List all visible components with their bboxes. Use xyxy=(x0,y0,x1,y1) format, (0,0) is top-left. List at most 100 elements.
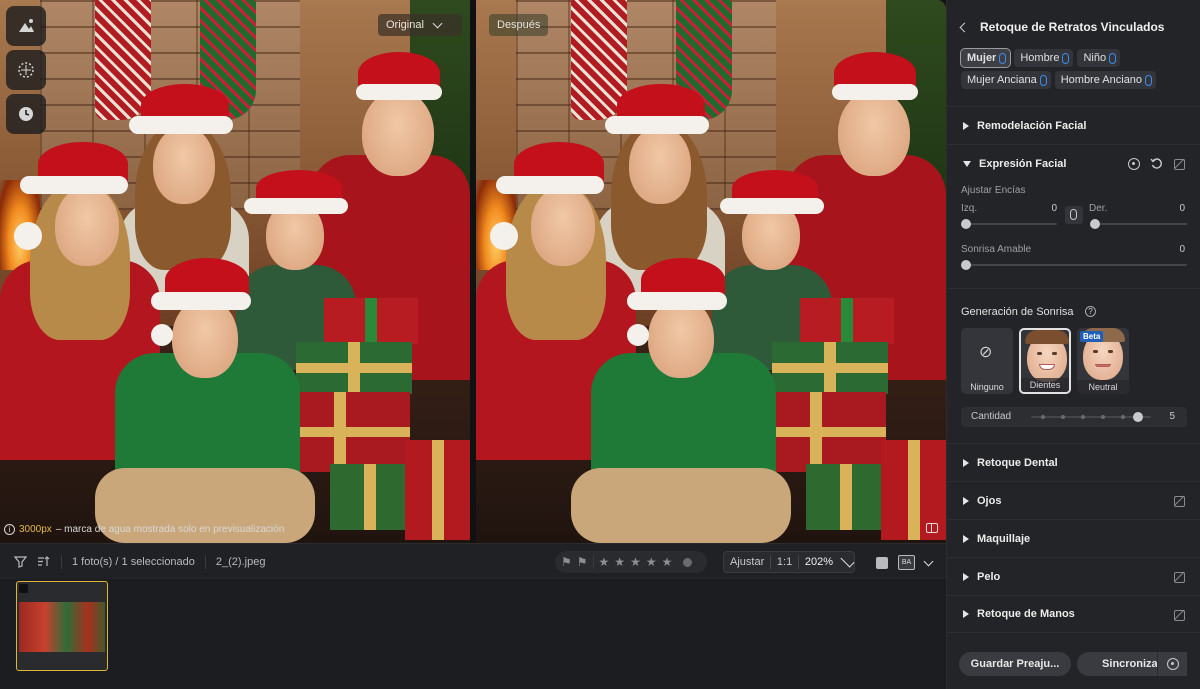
filter-icon[interactable] xyxy=(14,555,27,568)
section-title: Expresión Facial xyxy=(979,157,1067,170)
chip-mujer-anciana[interactable]: Mujer Anciana xyxy=(961,71,1051,89)
view-mode-controls: BA xyxy=(876,555,934,570)
expand-triangle-icon xyxy=(963,610,969,618)
compare-layout-icon[interactable] xyxy=(926,523,938,533)
section-pelo[interactable]: Pelo xyxy=(947,557,1200,595)
section-remodelacion-facial[interactable]: Remodelación Facial xyxy=(947,106,1200,144)
smile-option-dientes[interactable]: Dientes xyxy=(1019,328,1071,394)
sort-icon[interactable] xyxy=(37,555,51,568)
section-title: Pelo xyxy=(977,570,1001,583)
chip-label: Mujer Anciana xyxy=(967,74,1037,86)
reject-flag-icon[interactable]: ⚑ xyxy=(577,555,588,569)
original-pane[interactable]: Original i 3000px – marca de agua mostra… xyxy=(0,0,470,543)
panel-header: Retoque de Retratos Vinculados xyxy=(947,14,1200,40)
toolbar-separator xyxy=(61,554,62,569)
chip-mujer[interactable]: Mujer xyxy=(959,48,1012,68)
toolbar-separator xyxy=(204,554,206,569)
eraser-icon[interactable] xyxy=(1173,609,1185,621)
texture-tool-button[interactable] xyxy=(6,50,46,90)
history-button[interactable] xyxy=(6,94,46,134)
section-maquillaje[interactable]: Maquillaje xyxy=(947,519,1200,557)
cantidad-slider-handle[interactable] xyxy=(1133,412,1143,422)
option-label: Ninguno xyxy=(970,382,1004,392)
before-after-view-icon[interactable]: BA xyxy=(898,555,915,570)
guardar-preajuste-button[interactable]: Guardar Preaju... xyxy=(959,652,1071,676)
link-icon xyxy=(999,52,1007,64)
eraser-icon[interactable] xyxy=(1173,158,1185,170)
sync-settings-button[interactable] xyxy=(1157,652,1187,676)
panel-title: Retoque de Retratos Vinculados xyxy=(980,20,1165,34)
sonrisa-amable-label: Sonrisa Amable xyxy=(961,244,1032,255)
photo-thumbnail[interactable] xyxy=(16,581,108,671)
star-icon[interactable]: ★ xyxy=(599,555,610,569)
chevron-down-icon xyxy=(432,18,443,29)
toggle-visibility-icon[interactable] xyxy=(1128,158,1140,170)
gear-icon xyxy=(1167,658,1179,670)
star-icon[interactable]: ★ xyxy=(646,555,657,569)
flag-icon[interactable]: ⚑ xyxy=(561,555,572,569)
ajustar-encias-label: Ajustar Encías xyxy=(961,185,1026,196)
chip-nino[interactable]: Niño xyxy=(1077,49,1121,67)
chip-label: Hombre Anciano xyxy=(1060,74,1143,86)
single-view-icon[interactable] xyxy=(876,556,888,569)
sonrisa-amable-slider-handle[interactable] xyxy=(961,260,971,270)
section-expresion-facial[interactable]: Expresión Facial xyxy=(947,144,1200,182)
cantidad-control: Cantidad 5 xyxy=(961,407,1187,427)
izq-label: Izq. xyxy=(961,203,978,214)
after-pane[interactable] xyxy=(476,0,946,543)
sonrisa-amable-value: 0 xyxy=(1179,244,1185,255)
reset-icon[interactable] xyxy=(1150,157,1163,170)
section-retoque-de-manos[interactable]: Retoque de Manos xyxy=(947,595,1200,633)
color-label-icon[interactable] xyxy=(683,557,693,567)
smile-option-neutral[interactable]: Beta Neutral xyxy=(1077,328,1129,394)
cantidad-value: 5 xyxy=(1169,411,1175,422)
one-to-one-button[interactable]: 1:1 xyxy=(771,556,798,568)
retouch-panel: Retoque de Retratos Vinculados Mujer Hom… xyxy=(946,0,1200,689)
back-chevron-icon[interactable] xyxy=(959,22,970,32)
star-icon[interactable]: ★ xyxy=(614,555,625,569)
app-window: Original i 3000px – marca de agua mostra… xyxy=(0,0,1200,689)
after-label: Después xyxy=(497,19,541,31)
sonrisa-amable-slider-track[interactable] xyxy=(963,264,1187,266)
file-name: 2_(2).jpeg xyxy=(215,555,266,568)
after-label-badge: Después xyxy=(489,14,549,36)
smile-option-ninguno[interactable]: ⊘ Ninguno xyxy=(961,328,1013,394)
portrait-tool-icon xyxy=(19,19,34,32)
section-title: Ojos xyxy=(977,494,1002,507)
subject-chips: Mujer Hombre Niño Mujer Anciana Hombre A… xyxy=(959,48,1193,89)
watermark-resolution: 3000px xyxy=(19,524,52,535)
option-label: Neutral xyxy=(1077,380,1129,394)
link-icon xyxy=(1109,52,1117,64)
chevron-down-icon[interactable] xyxy=(840,553,855,568)
star-icon[interactable]: ★ xyxy=(630,555,641,569)
section-ojos[interactable]: Ojos xyxy=(947,481,1200,519)
help-icon[interactable]: ? xyxy=(1085,306,1096,317)
collapse-triangle-icon xyxy=(963,160,971,167)
der-slider-track[interactable] xyxy=(1097,223,1187,225)
none-icon: ⊘ xyxy=(979,344,993,361)
eraser-icon[interactable] xyxy=(1173,495,1185,507)
chip-hombre[interactable]: Hombre xyxy=(1014,49,1074,67)
section-title: Retoque Dental xyxy=(977,456,1058,469)
der-slider-handle[interactable] xyxy=(1090,219,1100,229)
section-retoque-dental[interactable]: Retoque Dental xyxy=(947,443,1200,481)
chevron-down-icon[interactable] xyxy=(923,556,934,566)
filmstrip xyxy=(0,579,946,689)
expand-triangle-icon xyxy=(963,572,969,581)
thumbnail-image xyxy=(19,602,105,652)
selection-count: 1 foto(s) / 1 seleccionado xyxy=(72,555,195,568)
expand-triangle-icon xyxy=(963,458,969,467)
izq-slider-handle[interactable] xyxy=(961,219,971,229)
link-sides-button[interactable] xyxy=(1065,206,1083,224)
eraser-icon[interactable] xyxy=(1173,571,1185,583)
portrait-tool-button[interactable] xyxy=(6,6,46,46)
after-photo xyxy=(476,0,946,543)
zoom-level-dropdown[interactable]: 202% xyxy=(799,556,839,568)
link-icon xyxy=(1070,209,1077,220)
star-icon[interactable]: ★ xyxy=(662,555,673,569)
section-title: Retoque de Manos xyxy=(977,608,1075,620)
original-compare-dropdown[interactable]: Original xyxy=(378,14,462,36)
fit-button[interactable]: Ajustar xyxy=(724,556,770,568)
chip-hombre-anciano[interactable]: Hombre Anciano xyxy=(1054,71,1157,89)
izq-slider-track[interactable] xyxy=(963,223,1057,225)
